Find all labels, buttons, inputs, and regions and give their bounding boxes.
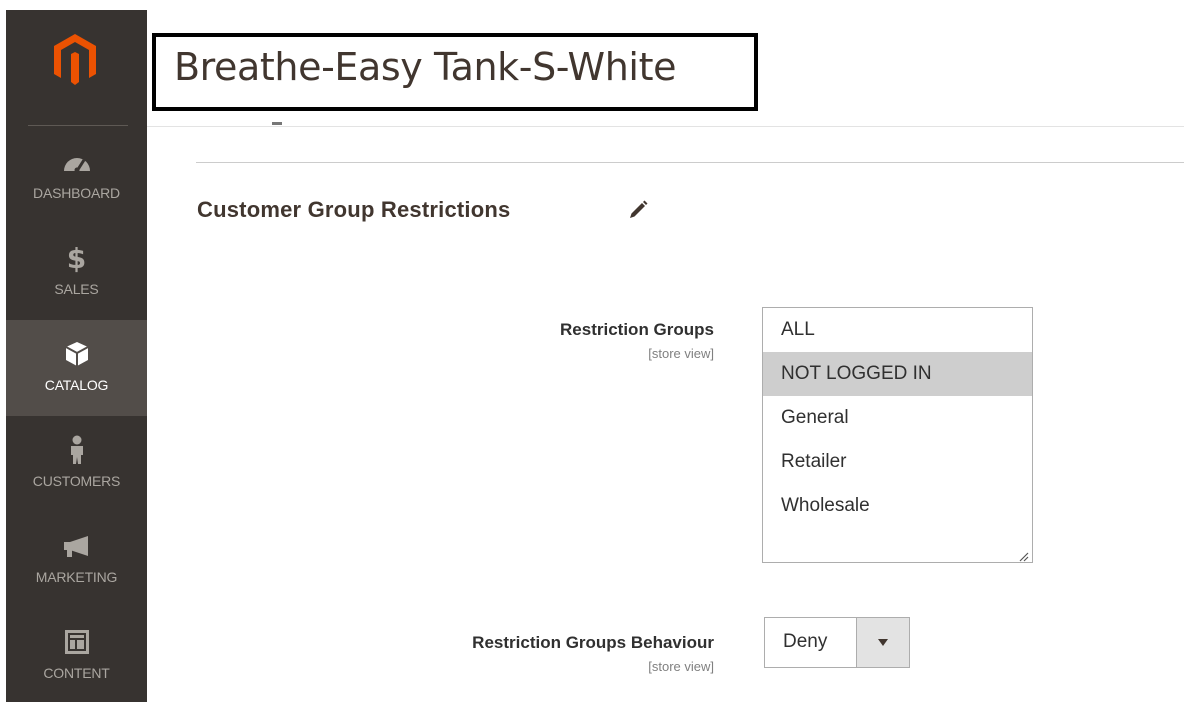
section-title: Customer Group Restrictions xyxy=(197,197,511,222)
option-general[interactable]: General xyxy=(763,396,1032,440)
header-divider xyxy=(147,126,1184,127)
magento-logo-icon[interactable] xyxy=(52,32,98,88)
page-title-highlight-box: Breathe-Easy Tank-S-White xyxy=(152,33,758,111)
layout-icon xyxy=(6,628,147,656)
sidebar-item-content[interactable]: CONTENT xyxy=(6,608,147,704)
sidebar-item-label: DASHBOARD xyxy=(33,185,120,201)
option-not-logged-in[interactable]: NOT LOGGED IN xyxy=(763,352,1032,396)
admin-sidebar: DASHBOARD $ SALES CATALOG CUSTOMERS MARK… xyxy=(6,10,147,702)
sidebar-item-marketing[interactable]: MARKETING xyxy=(6,512,147,608)
dashboard-gauge-icon xyxy=(6,148,147,176)
chevron-down-icon xyxy=(878,639,888,646)
restriction-groups-multiselect[interactable]: ALL NOT LOGGED IN General Retailer Whole… xyxy=(762,307,1033,563)
option-retailer[interactable]: Retailer xyxy=(763,440,1032,484)
resize-handle-icon[interactable] xyxy=(1019,549,1029,562)
restriction-behaviour-scope: [store view] xyxy=(648,659,714,674)
clipped-text-fragment xyxy=(272,122,282,125)
section-divider xyxy=(196,162,1184,163)
sidebar-item-dashboard[interactable]: DASHBOARD xyxy=(6,128,147,224)
pencil-icon[interactable] xyxy=(626,198,650,222)
option-all[interactable]: ALL xyxy=(763,308,1032,352)
restriction-behaviour-select[interactable]: Deny xyxy=(764,617,910,668)
sidebar-item-customers[interactable]: CUSTOMERS xyxy=(6,416,147,512)
option-wholesale[interactable]: Wholesale xyxy=(763,484,1032,528)
megaphone-icon xyxy=(6,532,147,560)
sidebar-item-label: CATALOG xyxy=(44,377,109,393)
sidebar-item-label: MARKETING xyxy=(35,569,118,585)
person-icon xyxy=(6,435,147,464)
box-icon xyxy=(6,340,147,368)
sidebar-item-label: SALES xyxy=(54,281,99,297)
sidebar-item-label: CONTENT xyxy=(43,665,110,681)
sidebar-item-sales[interactable]: $ SALES xyxy=(6,224,147,320)
select-toggle-button[interactable] xyxy=(856,618,909,667)
restriction-behaviour-label: Restriction Groups Behaviour xyxy=(472,633,714,652)
sidebar-item-label: CUSTOMERS xyxy=(32,473,121,489)
restriction-groups-scope: [store view] xyxy=(648,346,714,361)
sidebar-separator xyxy=(28,125,128,126)
page-title: Breathe-Easy Tank-S-White xyxy=(174,45,677,89)
restriction-groups-label: Restriction Groups xyxy=(560,320,714,339)
select-value: Deny xyxy=(783,631,828,652)
sidebar-item-catalog[interactable]: CATALOG xyxy=(6,320,147,416)
dollar-icon: $ xyxy=(66,241,87,275)
